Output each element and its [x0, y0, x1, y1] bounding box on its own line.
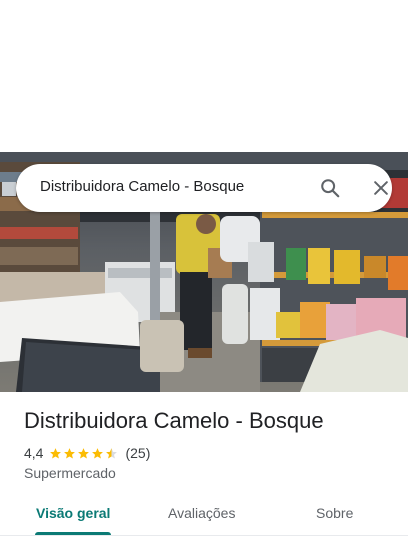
tab-overview[interactable]: Visão geral [36, 505, 110, 521]
place-category: Supermercado [24, 465, 116, 481]
rating-row[interactable]: 4,4 (25) [24, 444, 150, 462]
tab-reviews[interactable]: Avaliações [168, 505, 235, 521]
star-half-icon [106, 447, 118, 459]
tab-selected-indicator [35, 532, 111, 535]
star-icon [50, 447, 62, 459]
rating-stars [49, 447, 119, 460]
place-tabs: Visão geral Avaliações Sobre [0, 492, 408, 536]
star-icon [78, 447, 90, 459]
close-icon[interactable] [367, 174, 395, 202]
star-icon [92, 447, 104, 459]
search-icon[interactable] [316, 174, 344, 202]
star-icon [64, 447, 76, 459]
review-count[interactable]: (25) [125, 445, 150, 461]
place-title: Distribuidora Camelo - Bosque [24, 408, 324, 433]
rating-value: 4,4 [24, 445, 44, 461]
map-blank-area [0, 0, 408, 152]
search-bar[interactable]: Distribuidora Camelo - Bosque [16, 164, 392, 212]
search-query-text[interactable]: Distribuidora Camelo - Bosque [40, 178, 244, 195]
tab-about[interactable]: Sobre [316, 505, 353, 521]
